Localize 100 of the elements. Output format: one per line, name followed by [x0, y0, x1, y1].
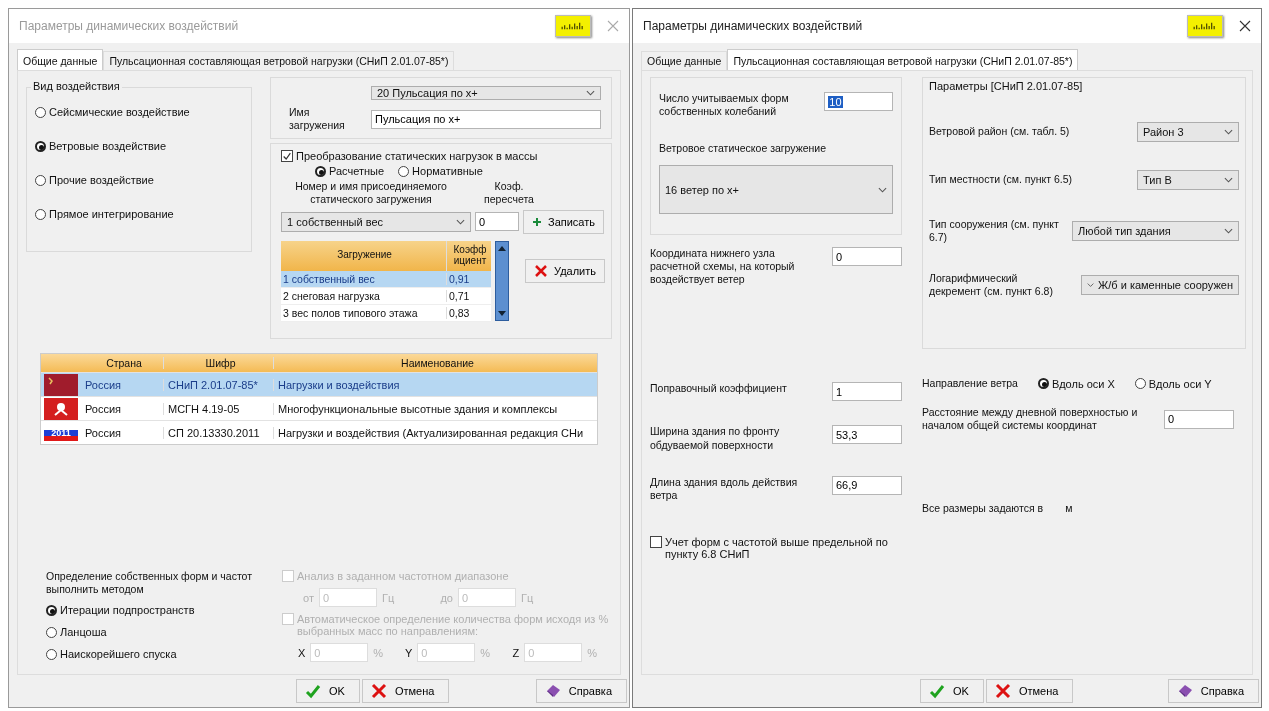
radio-button[interactable] [35, 174, 46, 186]
radio-button[interactable] [1037, 378, 1049, 390]
tab[interactable]: Пульсационная составляющая ветровой нагрузки (СНиП 2.01.07-85*) [727, 49, 1079, 70]
ok-button[interactable]: OK [920, 679, 984, 703]
dropdown[interactable]: Ж/б и каменные сооружен [1081, 275, 1239, 296]
axis-label: Y [403, 646, 413, 659]
coefficient-field[interactable]: 0 [475, 212, 519, 231]
radio-label: Итерации подпространств [60, 604, 195, 617]
column-header: Загружение [336, 248, 393, 263]
table-cell: МСГН 4.19-05 [163, 402, 273, 415]
field-label: Тип местности (см. пункт 6.5) [929, 173, 1074, 187]
flag-icon [44, 373, 78, 396]
text-field[interactable]: 66,9 [832, 475, 902, 495]
text-field[interactable]: 0 [1164, 409, 1234, 429]
cancel-button[interactable]: Отмена [985, 679, 1074, 703]
field-label: до [439, 591, 453, 604]
unit-label: Гц [521, 591, 535, 604]
tab[interactable]: Общие данные [641, 51, 728, 70]
field-label: Длина здания вдоль действия ветра [650, 475, 799, 502]
radio-label: Ветровые воздействие [49, 140, 167, 152]
axis-label: X [296, 646, 306, 659]
field-label: Ширина здания по фронту обдуваемой поверхности [650, 425, 781, 452]
table-row[interactable]: 3 вес полов типового этажа 0,83 [281, 304, 491, 322]
check-icon [305, 683, 321, 699]
dropdown[interactable]: 20 Пульсация по х+ [371, 86, 601, 100]
text-field[interactable]: 1 [832, 382, 902, 402]
radio-button[interactable] [35, 140, 46, 152]
radio-button[interactable] [35, 106, 46, 118]
help-button[interactable]: Справка [1167, 679, 1259, 703]
check-icon [929, 683, 945, 699]
selected-text: 10 [828, 95, 843, 108]
cross-icon [370, 683, 387, 699]
caret-icon [456, 218, 465, 225]
radio-label: Прямое интегрирование [49, 208, 174, 220]
radio-button[interactable] [1134, 378, 1146, 390]
text-field[interactable]: 0 [832, 247, 902, 266]
dropdown[interactable]: Любой тип здания [1072, 221, 1239, 242]
field-label: Число учитываемых форм собственных колебаний [659, 92, 790, 119]
table-row[interactable]: Россия МСГН 4.19-05 Многофункциональные высотные здания и комплексы [41, 396, 597, 420]
checkbox[interactable] [281, 150, 293, 163]
dropdown[interactable]: Район 3 [1137, 122, 1239, 142]
text-field[interactable]: 53,3 [832, 425, 902, 445]
field-label: Координата нижнего узла расчетной схемы, на который воздействует ветер [650, 247, 796, 287]
axis-label: Z [511, 646, 520, 659]
group-title: Вид воздействия [31, 80, 122, 92]
window-title: Параметры динамических воздействий [19, 19, 240, 33]
table-row[interactable]: Россия СНиП 2.01.07-85* Нагрузки и воздействия [41, 372, 597, 396]
table-row[interactable]: 2011 Россия СП 20.13330.2011 Нагрузки и воздействия (Актуализированная редакция СНи [41, 420, 597, 444]
caret-icon [1087, 282, 1095, 289]
delete-button[interactable]: Удалить [525, 258, 605, 283]
field-label: от [302, 591, 314, 604]
column-header: Шифр [163, 357, 273, 369]
field-label: Тип сооружения (см. пункт 6.7) [929, 218, 1060, 245]
table-cell-text: Россия [84, 402, 123, 415]
table-cell: 0,83 [446, 306, 491, 319]
column-header: Наименование [273, 357, 597, 369]
field-label: Номер и имя присоединяемого статического загружения [294, 180, 448, 207]
dropdown[interactable]: 16 ветер по х+ [659, 165, 893, 214]
caret-icon [1224, 228, 1233, 235]
table-cell: 0,91 [446, 272, 491, 285]
dropdown[interactable]: 1 собственный вес [281, 211, 471, 232]
field-label: Коэф. пересчета [483, 180, 535, 207]
table-cell: Нагрузки и воздействия [273, 378, 597, 391]
radio-label: Вдоль оси Y [1148, 377, 1212, 390]
caret-icon [878, 186, 887, 193]
add-button[interactable]: Записать [523, 209, 604, 234]
method-label: Определение собственных форм и частот выполнить методом [46, 570, 253, 597]
checkbox-label: Учет форм с частотой выше предельной по пункту 6.8 СНиП [665, 535, 889, 560]
checkbox-label: Автоматическое определение количества форм исходя из % выбранных масс по направлениям: [297, 613, 610, 637]
field-label: Расстояние между дневной поверхностью и началом общей системы координат [922, 406, 1139, 433]
unit-label: % [373, 646, 385, 659]
radio-button[interactable] [398, 165, 410, 177]
close-icon[interactable] [1239, 20, 1251, 32]
dropdown[interactable]: Тип B [1137, 170, 1239, 190]
caret-icon [1224, 129, 1233, 135]
group-title: Параметры [СНиП 2.01.07-85] [929, 80, 1084, 92]
field-label: Направление ветра [922, 377, 1018, 391]
unit-label: % [587, 646, 599, 659]
checkbox[interactable] [650, 535, 662, 548]
text-field[interactable]: Пульсация по х+ [371, 109, 601, 129]
radio-label: Вдоль оси X [1051, 377, 1115, 390]
table-cell: 0,71 [446, 289, 491, 302]
field-label: Ветровое статическое загружение [659, 142, 828, 156]
scrollbar[interactable] [495, 240, 509, 321]
radio-button[interactable] [315, 165, 326, 177]
radio-label: Сейсмические воздействие [49, 106, 190, 118]
table-row[interactable]: 2 снеговая нагрузка 0,71 [281, 287, 491, 305]
field-label: Имя загружения [289, 106, 346, 133]
caret-icon [1224, 177, 1233, 183]
table-cell: Нагрузки и воздействия (Актуализированная редакция СНи [273, 426, 597, 439]
field-label: Все размеры задаются в [922, 502, 1044, 516]
table-cell: СП 20.13330.2011 [163, 426, 273, 439]
text-field[interactable]: 10 [824, 92, 893, 111]
radio-button[interactable] [35, 208, 46, 220]
arrow-down-icon[interactable] [497, 309, 507, 318]
cross-icon [994, 683, 1011, 699]
unit-label: % [480, 646, 492, 659]
chart-icon[interactable] [1187, 15, 1223, 37]
window-title: Параметры динамических воздействий [643, 19, 864, 33]
field-label: Ветровой район (см. табл. 5) [929, 125, 1071, 139]
